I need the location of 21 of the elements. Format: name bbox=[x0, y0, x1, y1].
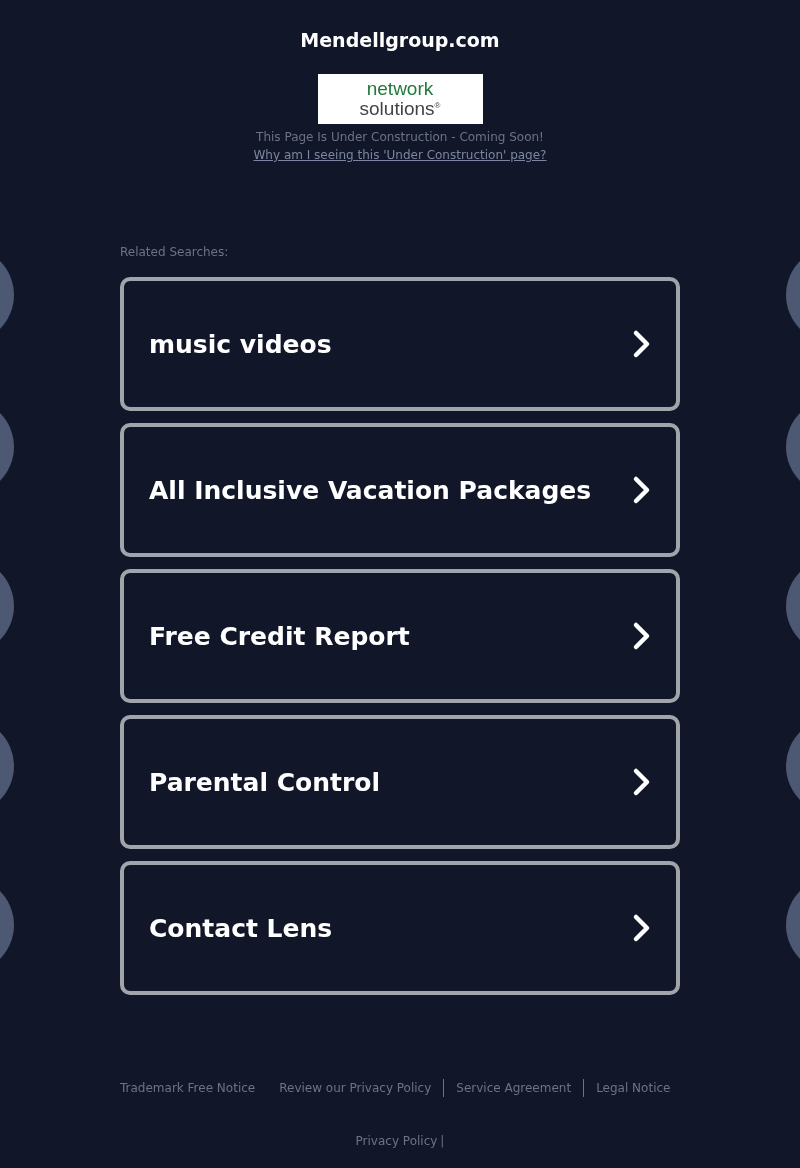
logo: network solutions$^{®}$ bbox=[317, 74, 483, 124]
search-link[interactable]: Free Credit Report bbox=[120, 569, 680, 703]
footer-link[interactable]: Trademark Free Notice bbox=[120, 1079, 268, 1097]
chevron-right-icon bbox=[632, 621, 652, 651]
section-label: Related Searches: bbox=[120, 244, 229, 260]
separator-text: | bbox=[440, 1133, 445, 1150]
search-link[interactable]: Parental Control bbox=[120, 715, 680, 849]
search-link[interactable]: music videos bbox=[120, 277, 680, 411]
search-link[interactable]: All Inclusive Vacation Packages bbox=[120, 423, 680, 557]
footer-link[interactable]: Review our Privacy Policy bbox=[267, 1079, 445, 1097]
footer-link[interactable]: Service Agreement bbox=[444, 1079, 585, 1097]
site-title: Mendellgroup.com bbox=[300, 29, 500, 51]
footer-link[interactable]: Privacy Policy bbox=[355, 1132, 441, 1150]
info-link[interactable]: Why am I seeing this 'Under Construction' page? bbox=[253, 146, 547, 164]
notice-text: This Page Is Under Construction - Coming Soon! bbox=[256, 129, 544, 146]
footer-link[interactable]: Legal Notice bbox=[584, 1079, 683, 1097]
search-link[interactable]: Contact Lens bbox=[120, 861, 680, 995]
chevron-right-icon bbox=[632, 329, 652, 359]
chevron-right-icon bbox=[632, 913, 652, 943]
chevron-right-icon bbox=[632, 767, 652, 797]
chevron-right-icon bbox=[632, 475, 652, 505]
